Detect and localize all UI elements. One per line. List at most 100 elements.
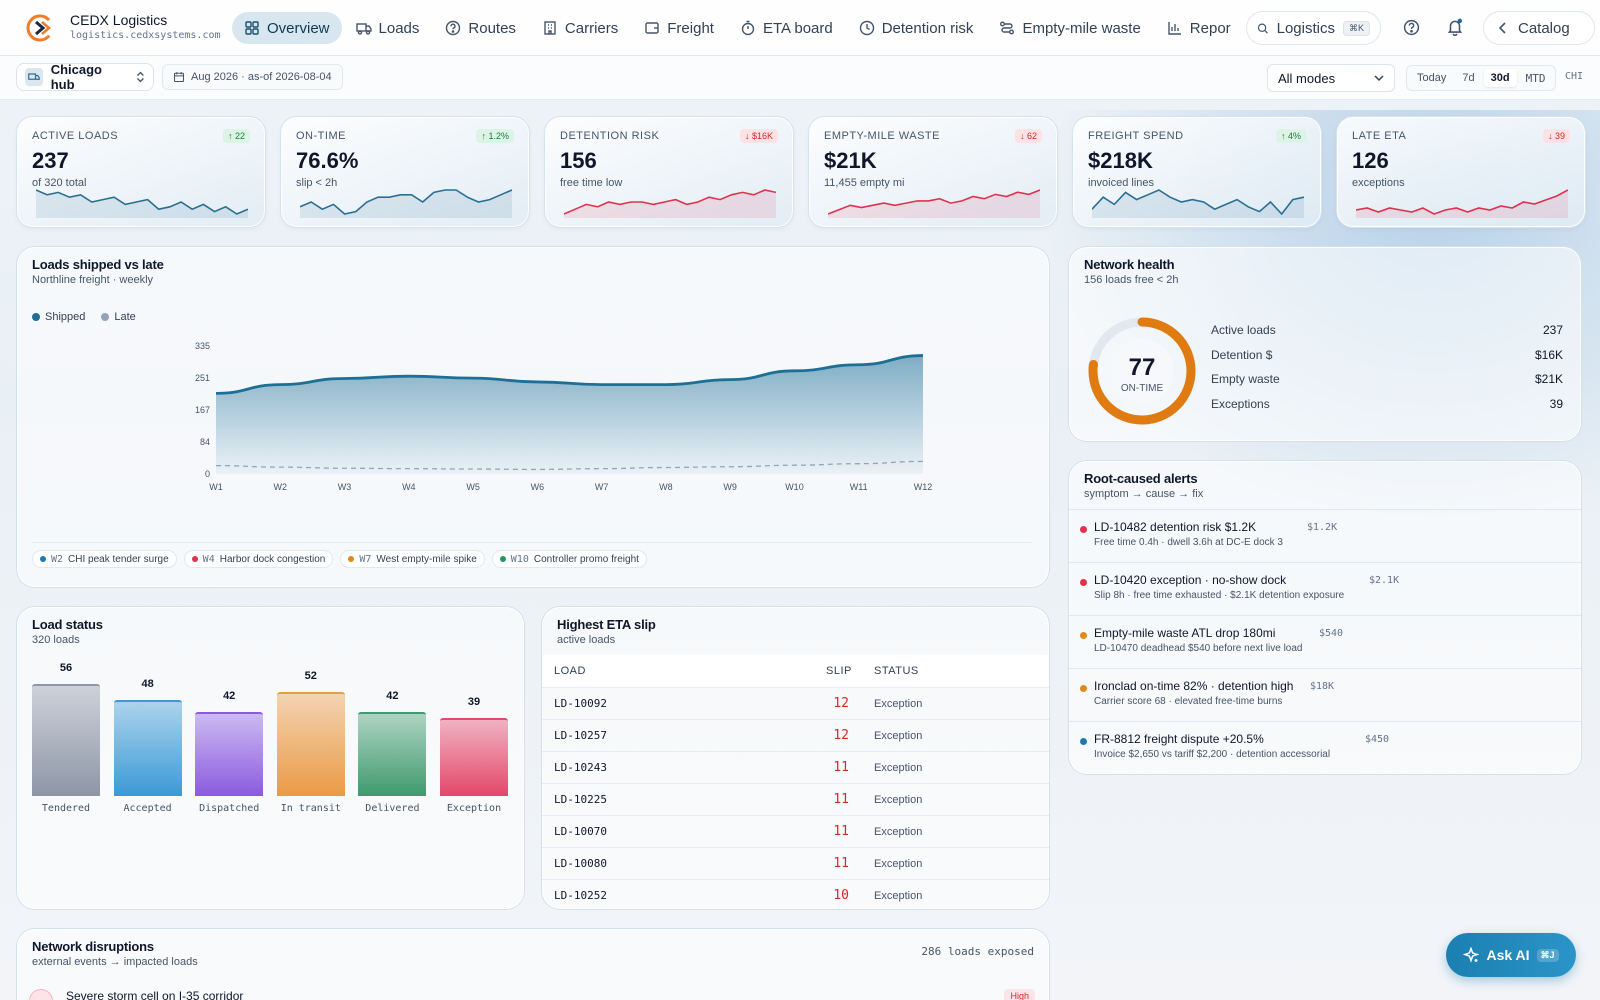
alert-item[interactable]: LD-10420 exception · no-show dock $2.1K Sl… — [1069, 562, 1581, 615]
kpi-card[interactable]: ACTIVE LOADS 237 of 320 total ↑ 22 — [17, 117, 265, 227]
health-row: Exceptions 39 — [1211, 397, 1563, 422]
notifications-button[interactable] — [1444, 16, 1466, 38]
alert-severity-dot — [1080, 526, 1087, 533]
ask-ai-label: Ask AI — [1486, 947, 1530, 963]
help-button[interactable] — [1400, 16, 1422, 38]
row-status: Exception — [874, 697, 923, 710]
row-slip: 11 — [833, 824, 849, 839]
alert-amount: $18K — [1310, 681, 1335, 692]
filter-bar: Chicago hub Aug 2026 · as-of 2026-08-04 … — [0, 56, 1600, 100]
range-mtd[interactable]: MTD — [1519, 69, 1553, 88]
kpi-value: 76.6% — [296, 148, 359, 173]
nav-label: Routes — [468, 19, 516, 37]
nav-detention-risk[interactable]: Detention risk — [847, 12, 986, 44]
nav-overview[interactable]: Overview — [232, 12, 342, 44]
top-bar: CEDX Logistics logistics.cedxsystems.com… — [0, 0, 1600, 56]
alert-item[interactable]: Ironclad on-time 82% · detention high $18… — [1069, 668, 1581, 721]
table-row[interactable]: LD-10070 11 Exception — [542, 815, 1049, 847]
event-tag[interactable]: W4 Harbor dock congestion — [183, 550, 334, 568]
kpi-value: $218K — [1088, 148, 1153, 173]
nav-freight[interactable]: Freight — [632, 12, 726, 44]
event-tag[interactable]: W10 Controller promo freight — [491, 550, 647, 568]
catalog-label: Catalog — [1518, 19, 1570, 37]
kpi-card[interactable]: FREIGHT SPEND $218K invoiced lines ↑ 4% — [1073, 117, 1321, 227]
kpi-card[interactable]: EMPTY-MILE WASTE $21K 11,455 empty mi ↓ 62 — [809, 117, 1057, 227]
alert-item[interactable]: LD-10482 detention risk $1.2K $1.2K Free t… — [1069, 509, 1581, 562]
col-slip[interactable]: SLIP — [826, 665, 852, 677]
hub-label: Chicago hub — [50, 62, 102, 92]
kpi-card[interactable]: LATE ETA 126 exceptions ↓ 39 — [1337, 117, 1585, 227]
nav-loads[interactable]: Loads — [344, 12, 432, 44]
row-slip: 11 — [833, 760, 849, 775]
kpi-delta: ↓ $16K — [739, 129, 778, 143]
x-tick-label: W9 — [723, 482, 737, 492]
status-bar[interactable] — [32, 684, 100, 796]
search-input[interactable]: Logistics ⌘K — [1246, 11, 1381, 45]
table-row[interactable]: LD-10080 11 Exception — [542, 847, 1049, 879]
table-row[interactable]: LD-10225 11 Exception — [542, 783, 1049, 815]
status-bar[interactable] — [358, 712, 427, 796]
row-load-id: LD-10243 — [554, 761, 607, 774]
kpi-label: FREIGHT SPEND — [1088, 130, 1184, 142]
bell-icon — [1447, 18, 1463, 36]
date-filter[interactable]: Aug 2026 · as-of 2026-08-04 — [162, 64, 343, 90]
card-title: Loads shipped vs late — [32, 257, 164, 272]
table-header: LOAD SLIP STATUS — [542, 655, 1049, 687]
x-tick-label: W3 — [338, 482, 352, 492]
nav-carriers[interactable]: Carriers — [530, 12, 630, 44]
hub-selector[interactable]: Chicago hub — [16, 62, 154, 92]
app-domain: logistics.cedxsystems.com — [70, 30, 221, 41]
alert-amount: $450 — [1365, 734, 1390, 745]
table-row[interactable]: LD-10257 12 Exception — [542, 719, 1049, 751]
mode-select[interactable]: All modes — [1267, 64, 1395, 92]
catalog-button[interactable]: Catalog — [1483, 11, 1595, 45]
nav-label: Overview — [267, 19, 330, 37]
alert-subtext: Carrier score 68 · elevated free-time bu… — [1094, 696, 1283, 707]
range-7d[interactable]: 7d — [1455, 69, 1481, 87]
range-30d[interactable]: 30d — [1483, 69, 1517, 87]
bar-value: 52 — [304, 670, 317, 682]
kpi-card[interactable]: ON-TIME 76.6% slip < 2h ↑ 1.2% — [281, 117, 529, 227]
nav-empty-mile-waste[interactable]: Empty-mile waste — [987, 12, 1152, 44]
disruption-title[interactable]: Severe storm cell on I-35 corridor — [66, 989, 243, 1000]
nav-routes[interactable]: Routes — [433, 12, 528, 44]
row-slip: 12 — [833, 696, 849, 711]
wallet-icon — [645, 22, 659, 34]
ask-ai-button[interactable]: Ask AI ⌘J — [1446, 933, 1576, 977]
kpi-card[interactable]: DETENTION RISK 156 free time low ↓ $16K — [545, 117, 793, 227]
chevron-down-icon — [1374, 74, 1384, 81]
table-row[interactable]: LD-10252 10 Exception — [542, 879, 1049, 909]
hub-truck-icon — [25, 68, 43, 86]
row-status: Exception — [874, 889, 923, 902]
tag-dot — [40, 556, 46, 562]
alert-subtext: Free time 0.4h · dwell 3.6h at DC-E dock… — [1094, 537, 1283, 548]
loads-chart-card: Loads shipped vs late Northline freight … — [17, 247, 1049, 587]
card-title: Network disruptions — [32, 939, 154, 954]
alert-item[interactable]: Empty-mile waste ATL drop 180mi $540 LD-10… — [1069, 615, 1581, 668]
health-label: Exceptions — [1211, 396, 1270, 411]
bar-value: 42 — [223, 690, 236, 702]
row-status: Exception — [874, 825, 923, 838]
kpi-sparkline — [1356, 189, 1568, 218]
nav-reports[interactable]: Repor — [1155, 12, 1232, 44]
range-today[interactable]: Today — [1410, 69, 1453, 87]
card-subtitle: Northline freight · weekly — [32, 274, 154, 286]
nav-label: ETA board — [762, 19, 833, 37]
table-row[interactable]: LD-10243 11 Exception — [542, 751, 1049, 783]
status-bar[interactable] — [440, 718, 508, 796]
status-bar[interactable] — [113, 700, 182, 796]
card-subtitle: active loads — [557, 634, 616, 646]
col-load[interactable]: LOAD — [554, 665, 586, 677]
status-bar[interactable] — [195, 712, 264, 796]
kpi-sparkline — [36, 189, 248, 218]
col-status[interactable]: STATUS — [874, 665, 919, 677]
health-value: 39 — [1549, 396, 1563, 411]
nav-eta-board[interactable]: ETA board — [728, 12, 845, 44]
cedx-logo-icon[interactable] — [26, 14, 54, 42]
status-bar[interactable] — [276, 692, 345, 796]
table-row[interactable]: LD-10092 12 Exception — [542, 687, 1049, 719]
event-tag[interactable]: W7 West empty-mile spike — [340, 550, 485, 568]
load-status-bars: 56 Tendered 48 Accepted 42 Dispatched 52 In tra… — [17, 607, 524, 909]
alert-item[interactable]: FR-8812 freight dispute +20.5% $450 Invoic… — [1069, 721, 1581, 774]
event-tag[interactable]: W2 CHI peak tender surge — [32, 550, 177, 568]
